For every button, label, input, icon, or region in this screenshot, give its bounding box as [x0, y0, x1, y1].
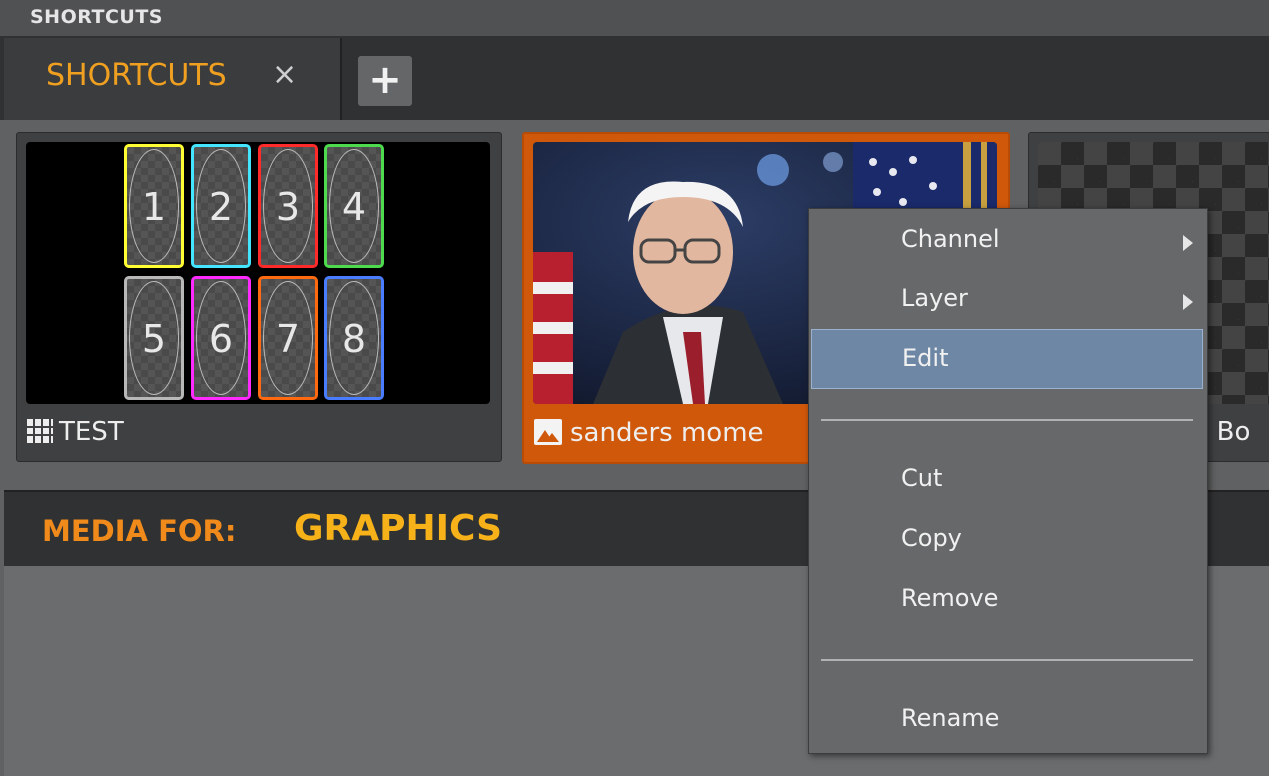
layout-cell: 7 [258, 276, 318, 400]
menu-item-label: Cut [901, 464, 943, 492]
layout-cell: 5 [124, 276, 184, 400]
card-title: sanders mome [570, 418, 764, 448]
panel-title: SHORTCUTS [30, 6, 163, 28]
image-icon [534, 419, 562, 445]
menu-item-copy[interactable]: Copy [811, 510, 1203, 570]
card-caption: sanders mome [534, 418, 764, 448]
tab-label: SHORTCUTS [46, 58, 227, 93]
layout-thumbnail: 1 2 3 4 5 6 7 8 [26, 142, 490, 404]
menu-item-remove[interactable]: Remove [811, 570, 1203, 630]
layout-cell: 2 [191, 144, 251, 268]
menu-item-label: Rename [901, 704, 1000, 732]
media-header-target: GRAPHICS [294, 508, 503, 549]
submenu-arrow-icon [1183, 235, 1193, 251]
menu-item-label: Channel [901, 225, 1000, 253]
shortcut-card-test[interactable]: 1 2 3 4 5 6 7 8 TEST [16, 132, 502, 462]
menu-separator [821, 659, 1193, 661]
grid-icon [27, 419, 53, 443]
menu-item-edit[interactable]: Edit [811, 329, 1203, 389]
menu-item-channel[interactable]: Channel [811, 211, 1203, 271]
menu-item-rename[interactable]: Rename [811, 690, 1203, 750]
tab-shortcuts[interactable]: SHORTCUTS × [4, 38, 342, 120]
submenu-arrow-icon [1183, 294, 1193, 310]
menu-item-layer[interactable]: Layer [811, 270, 1203, 330]
menu-item-label: Edit [902, 344, 949, 372]
menu-separator [821, 419, 1193, 421]
tab-bar: SHORTCUTS × + [0, 38, 1269, 120]
layout-cell: 3 [258, 144, 318, 268]
add-tab-button[interactable]: + [358, 56, 412, 106]
context-menu: Channel Layer Edit Cut Copy Remove Renam… [808, 208, 1208, 754]
layout-cell: 8 [324, 276, 384, 400]
layout-cell: 4 [324, 144, 384, 268]
layout-cell: 1 [124, 144, 184, 268]
menu-item-label: Layer [901, 284, 968, 312]
panel-header: SHORTCUTS [0, 0, 1269, 38]
menu-item-label: Remove [901, 584, 999, 612]
close-icon[interactable]: × [272, 57, 297, 92]
card-caption: TEST [27, 417, 124, 447]
card-title: TEST [59, 417, 124, 447]
media-header-prefix: MEDIA FOR: [42, 514, 237, 548]
menu-item-cut[interactable]: Cut [811, 450, 1203, 510]
menu-item-label: Copy [901, 524, 962, 552]
layout-cell: 6 [191, 276, 251, 400]
